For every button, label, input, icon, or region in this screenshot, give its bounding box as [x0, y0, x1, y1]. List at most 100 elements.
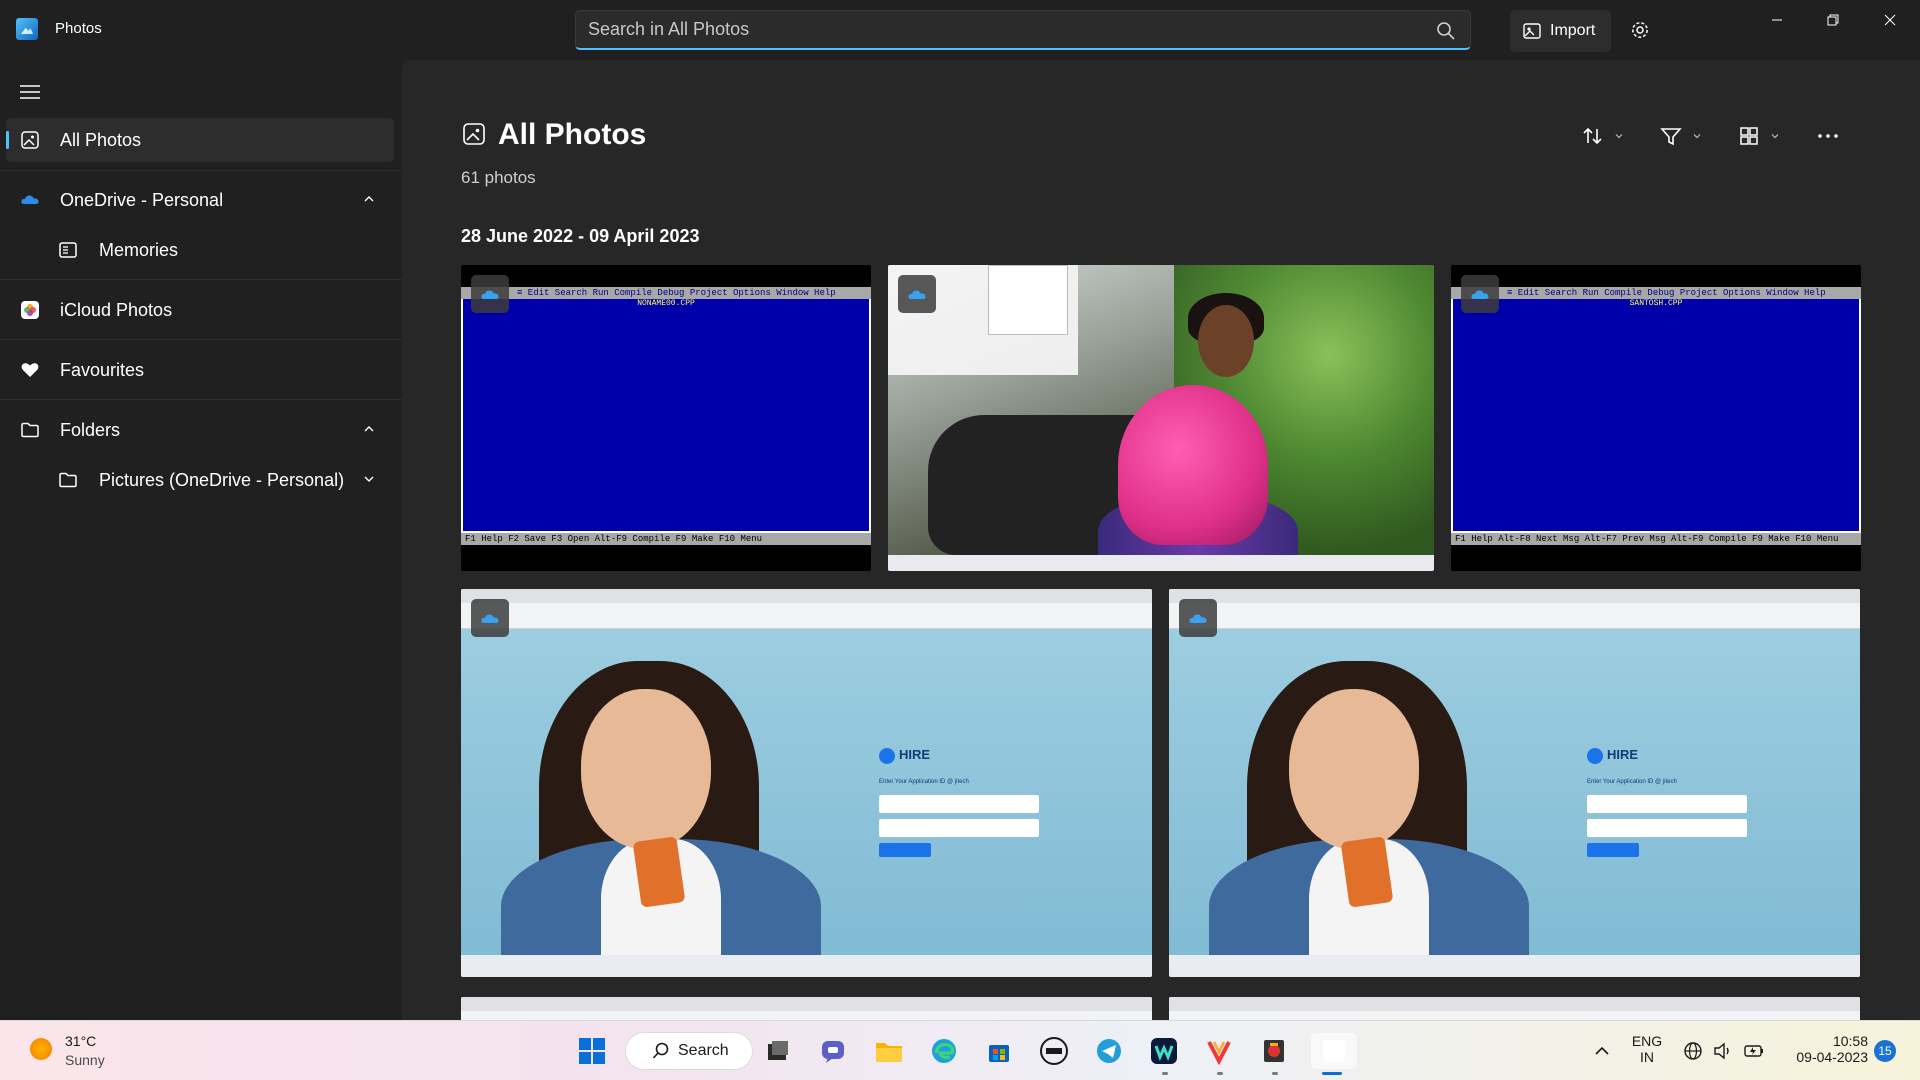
- windows-taskbar: 31°C Sunny Search ENG IN 10:58 09-04-202…: [0, 1020, 1920, 1080]
- dell-button[interactable]: [1036, 1033, 1072, 1069]
- browser-tabs: [1169, 997, 1860, 1011]
- photo-thumbnail[interactable]: [461, 997, 1152, 1020]
- file-explorer-button[interactable]: [871, 1033, 907, 1069]
- chevron-down-icon: [1693, 134, 1701, 139]
- search-icon[interactable]: [1436, 21, 1456, 41]
- page-title: All Photos: [498, 118, 647, 151]
- active-indicator: [1322, 1072, 1342, 1075]
- sidebar-item-folders[interactable]: Folders: [6, 408, 394, 452]
- enter-application-text: Enter Your Application ID @ jitech: [879, 779, 969, 785]
- onedrive-icon: [481, 614, 499, 623]
- sidebar-item-icloud[interactable]: iCloud Photos: [6, 288, 394, 332]
- photo-thumbnail[interactable]: [1169, 997, 1860, 1020]
- more-icon: [1818, 134, 1838, 138]
- sidebar-divider: [0, 170, 402, 171]
- start-button[interactable]: [574, 1033, 610, 1069]
- weather-description[interactable]: Sunny: [65, 1052, 105, 1068]
- browser-tabs: [461, 589, 1152, 603]
- webex-button[interactable]: [1146, 1033, 1182, 1069]
- folder-icon: [59, 472, 77, 488]
- login-field: [1587, 795, 1747, 813]
- folder-icon: [876, 1043, 902, 1062]
- onedrive-badge: [471, 275, 509, 313]
- sidebar-item-memories[interactable]: Memories: [6, 228, 394, 272]
- teams-chat-button[interactable]: [816, 1033, 852, 1069]
- turbo-c-button[interactable]: [1256, 1033, 1292, 1069]
- sidebar-item-pictures-onedrive[interactable]: Pictures (OneDrive - Personal): [6, 458, 394, 502]
- notification-badge[interactable]: 15: [1874, 1040, 1896, 1062]
- chevron-up-icon[interactable]: [362, 192, 376, 206]
- edge-button[interactable]: [926, 1033, 962, 1069]
- hamburger-menu-icon[interactable]: [18, 82, 42, 102]
- globe-icon[interactable]: [1683, 1041, 1703, 1061]
- battery-icon[interactable]: [1743, 1041, 1765, 1061]
- onedrive-icon: [1189, 614, 1207, 623]
- telegram-button[interactable]: [1091, 1033, 1127, 1069]
- photo-thumbnail[interactable]: ≡ Edit Search Run Compile Debug Project …: [461, 265, 871, 571]
- show-hidden-icons-button[interactable]: [1584, 1033, 1620, 1069]
- sidebar-item-label: iCloud Photos: [60, 299, 173, 320]
- restore-button[interactable]: [1805, 0, 1861, 40]
- dell-icon: [1040, 1037, 1068, 1065]
- more-options-button[interactable]: [1816, 122, 1840, 150]
- clock-date: 09-04-2023: [1796, 1049, 1868, 1065]
- photo-thumbnail[interactable]: HIRE Enter Your Application ID @ jitech: [1169, 589, 1860, 977]
- browser-chrome: [461, 997, 1152, 1020]
- search-input[interactable]: [588, 11, 1408, 47]
- hire-brand: HIRE: [1607, 747, 1639, 762]
- title-bar: Photos Import: [0, 0, 1920, 60]
- photo-thumbnail[interactable]: HIRE Enter Your Application ID @ jitech: [461, 589, 1152, 977]
- grid-view-icon: [1740, 127, 1758, 145]
- sort-button[interactable]: [1582, 122, 1624, 150]
- vivaldi-button[interactable]: [1201, 1033, 1237, 1069]
- browser-chrome: [1169, 589, 1860, 629]
- chevron-down-icon[interactable]: [362, 472, 376, 486]
- vivaldi-icon: [1207, 1041, 1231, 1065]
- close-button[interactable]: [1862, 0, 1918, 40]
- language-indicator[interactable]: ENG IN: [1629, 1033, 1665, 1065]
- close-icon: [1884, 14, 1896, 26]
- clock[interactable]: 10:58 09-04-2023: [1778, 1033, 1868, 1065]
- onedrive-icon: [908, 290, 926, 299]
- filter-icon: [1660, 128, 1682, 146]
- sidebar-item-onedrive[interactable]: OneDrive - Personal: [6, 178, 394, 222]
- sun-icon[interactable]: [30, 1038, 52, 1060]
- main-content: All Photos 61 photos 28 June 2022 - 09 A…: [402, 60, 1920, 1020]
- clock-time: 10:58: [1832, 1033, 1868, 1049]
- filter-button[interactable]: [1660, 122, 1702, 150]
- browser-tabs: [1169, 589, 1860, 603]
- photo-thumbnail[interactable]: [888, 265, 1434, 571]
- region-code: IN: [1640, 1049, 1654, 1065]
- weather-temperature[interactable]: 31°C: [65, 1033, 96, 1049]
- app-title: Photos: [55, 20, 102, 37]
- sort-icon: [1583, 127, 1602, 145]
- microsoft-store-button[interactable]: [981, 1033, 1017, 1069]
- minimize-button[interactable]: [1749, 0, 1805, 40]
- photo-phone: [632, 836, 686, 908]
- import-button[interactable]: Import: [1510, 10, 1611, 52]
- turbo-c-icon: [1264, 1040, 1284, 1062]
- taskbar-search[interactable]: Search: [625, 1032, 753, 1070]
- settings-button[interactable]: [1622, 12, 1658, 48]
- sidebar-item-favourites[interactable]: Favourites: [6, 348, 394, 392]
- task-view-button[interactable]: [760, 1033, 796, 1069]
- mini-taskbar: [888, 555, 1434, 571]
- sidebar-item-label: Folders: [60, 419, 121, 440]
- search-box[interactable]: [575, 10, 1471, 50]
- login-button-image: [879, 843, 931, 857]
- photo-thumbnail[interactable]: ≡ Edit Search Run Compile Debug Project …: [1451, 265, 1861, 571]
- running-indicator: [1217, 1072, 1223, 1075]
- onedrive-badge: [471, 599, 509, 637]
- minimize-icon: [1772, 19, 1782, 21]
- volume-icon[interactable]: [1713, 1041, 1733, 1061]
- browser-tabs: [461, 997, 1152, 1011]
- sidebar-item-all-photos[interactable]: All Photos: [6, 118, 394, 162]
- photos-taskbar-button[interactable]: [1311, 1033, 1357, 1069]
- chevron-up-icon[interactable]: [362, 422, 376, 436]
- turbo-filename: NONAME00.CPP: [637, 299, 695, 308]
- view-layout-button[interactable]: [1738, 122, 1780, 150]
- browser-chrome: [1169, 997, 1860, 1020]
- login-field: [879, 795, 1039, 813]
- icloud-icon: [21, 301, 39, 319]
- photo-icon: [21, 131, 39, 149]
